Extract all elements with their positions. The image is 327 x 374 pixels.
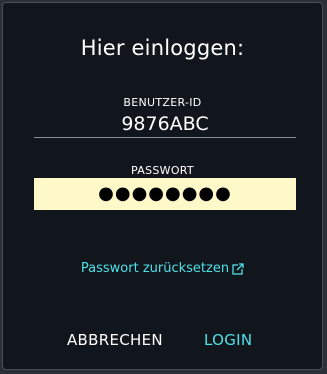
user-id-label: BENUTZER-ID	[123, 96, 202, 109]
cancel-button[interactable]: ABBRECHEN	[67, 331, 163, 349]
reset-password-link[interactable]: Passwort zurücksetzen	[3, 261, 322, 276]
password-label: PASSWORT	[131, 164, 194, 177]
login-button[interactable]: LOGIN	[204, 331, 252, 349]
reset-password-label: Passwort zurücksetzen	[80, 261, 230, 276]
dialog-title: Hier einloggen:	[80, 36, 245, 60]
password-field[interactable]: ●●●●●●●●	[34, 178, 296, 210]
login-dialog: Hier einloggen: BENUTZER-ID 9876ABC PASS…	[2, 2, 323, 370]
external-link-icon	[232, 262, 245, 275]
user-id-field[interactable]: 9876ABC	[34, 110, 296, 138]
